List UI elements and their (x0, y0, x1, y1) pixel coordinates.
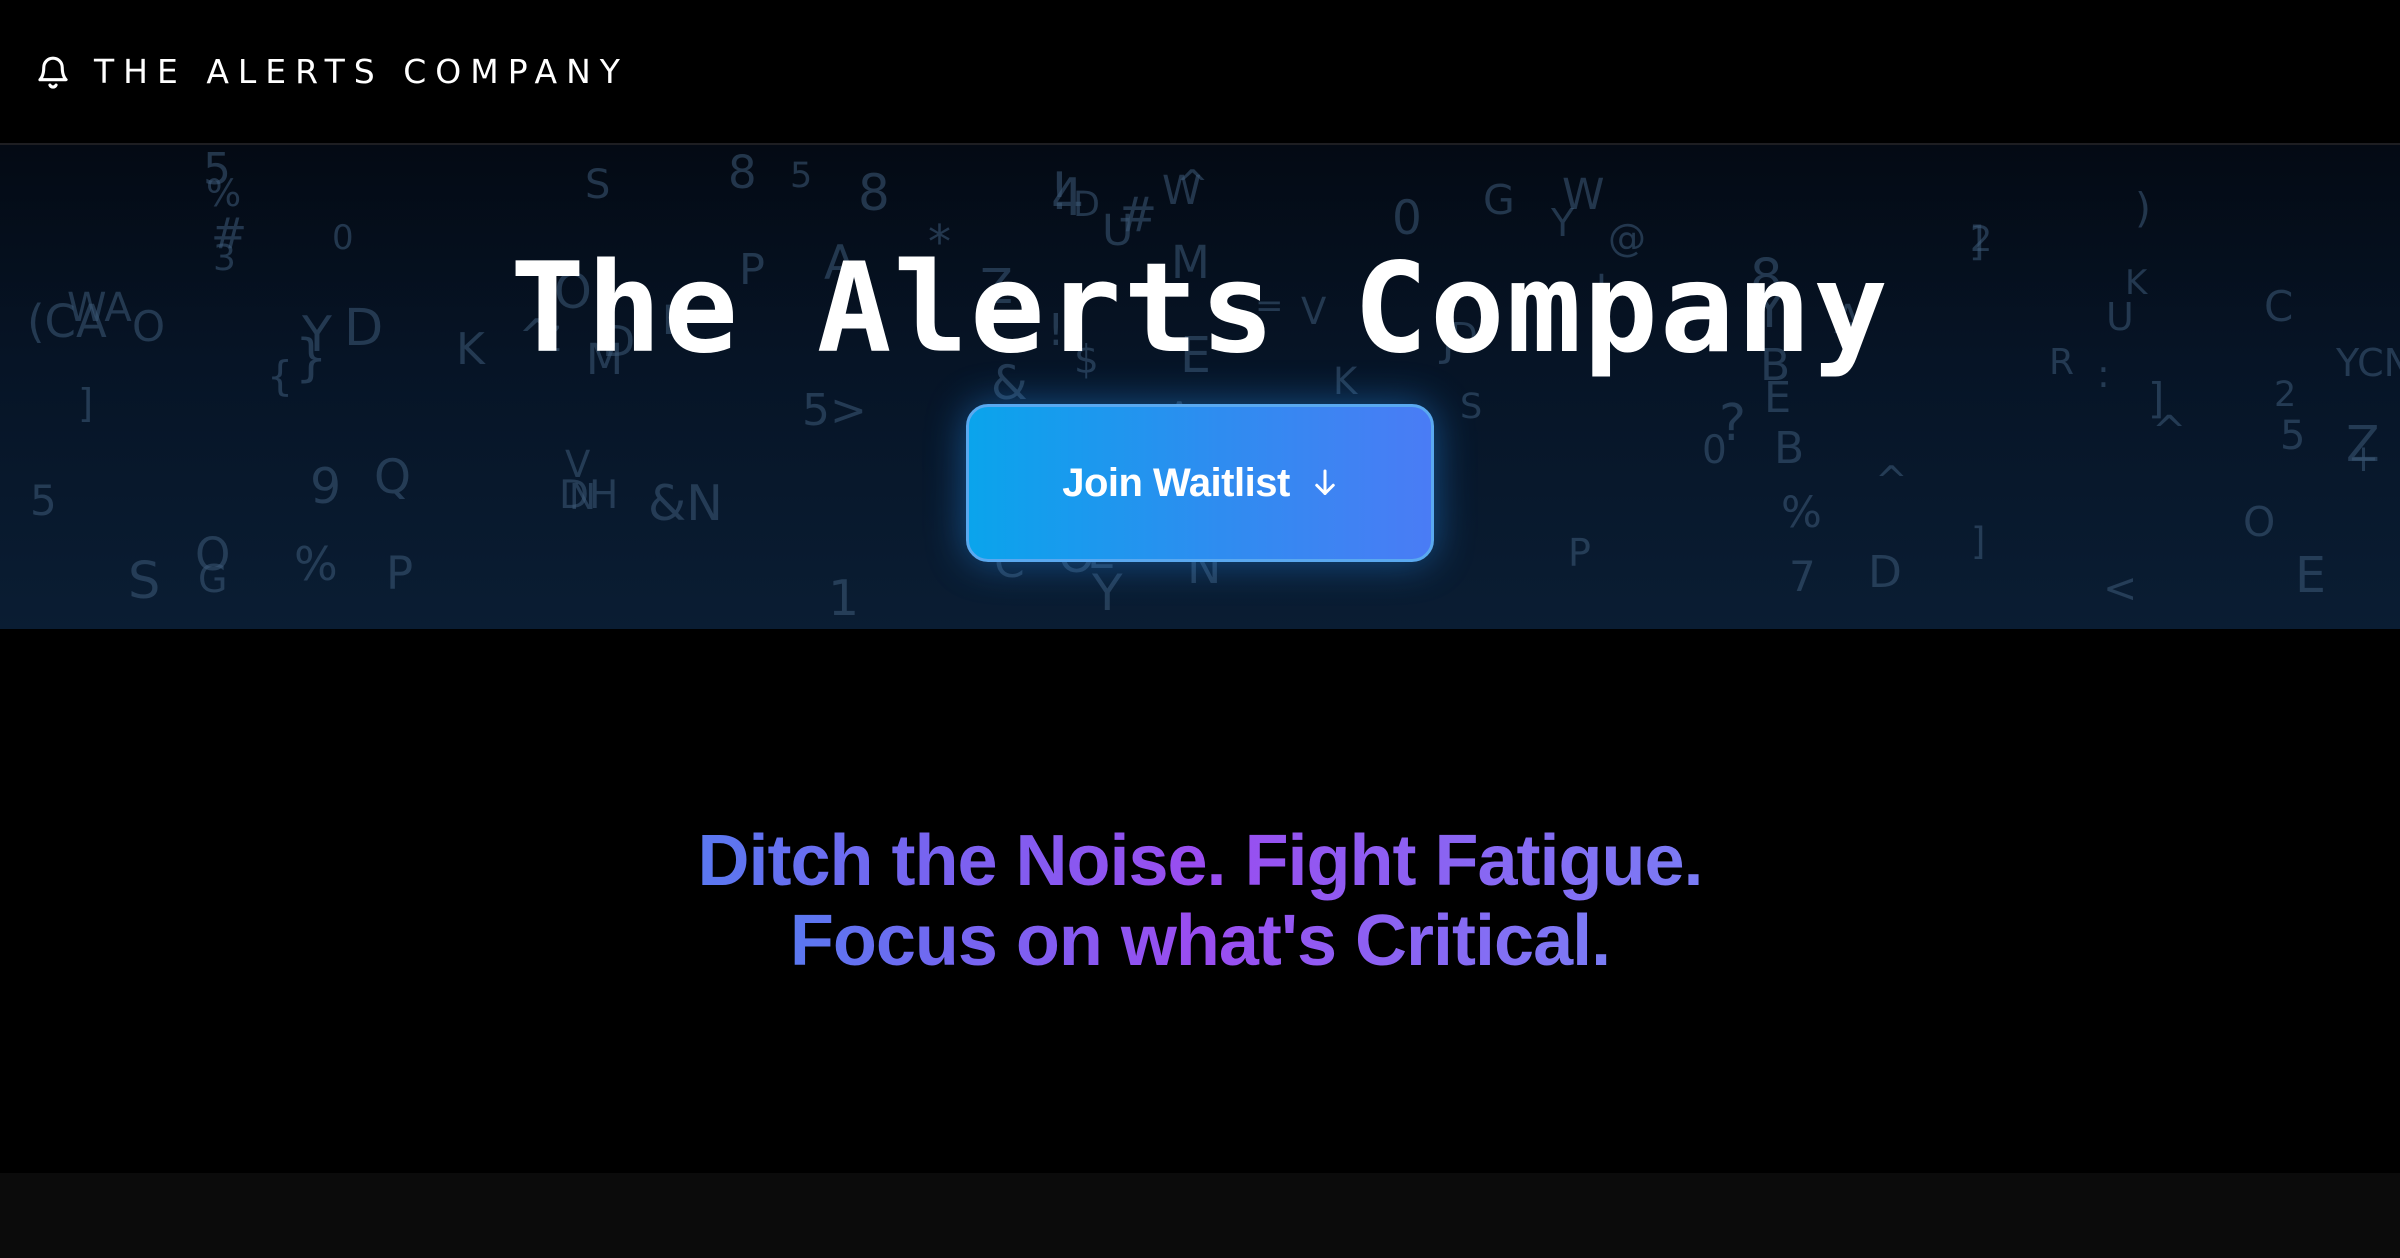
background-glyph: G (198, 557, 227, 601)
brand-link[interactable]: THE ALERTS COMPANY (34, 52, 629, 92)
background-glyph: % (1781, 488, 1822, 538)
background-glyph: Q (374, 450, 411, 505)
bell-icon (38, 56, 68, 89)
background-glyph: ^ (1875, 459, 1908, 504)
background-glyph: S (1460, 387, 1482, 427)
background-glyph: O (2243, 498, 2275, 546)
background-glyph: 5> (802, 385, 867, 436)
background-glyph: G (1483, 176, 1515, 224)
background-glyph: Y (1091, 564, 1123, 622)
tagline-section: Ditch the Noise. Fight Fatigue. Focus on… (0, 629, 2400, 1173)
background-glyph: % (294, 537, 338, 591)
background-glyph: 1 (828, 570, 859, 627)
background-glyph: 5 (30, 476, 57, 525)
tagline-line-2: Focus on what's Critical. (789, 901, 1611, 981)
hero-section: AMOZWVKS}KJYCNVAG:}YDOCE$N&NEBWA^8(CA4E#… (0, 145, 2400, 629)
background-glyph: E (2295, 547, 2326, 604)
background-glyph: 9 (310, 458, 341, 515)
background-glyph: ? (1719, 394, 1746, 453)
background-glyph: W (1162, 168, 1202, 214)
background-glyph: D (1868, 547, 1902, 598)
brand-name: THE ALERTS COMPANY (94, 52, 629, 91)
hero-title: The Alerts Company (510, 237, 1890, 381)
background-glyph: ^ (2152, 407, 2186, 455)
background-glyph: < (2103, 564, 2137, 612)
tagline: Ditch the Noise. Fight Fatigue. Focus on… (0, 821, 2400, 981)
background-glyph: ] (78, 382, 93, 427)
background-glyph: &N (648, 475, 723, 532)
join-waitlist-label: Join Waitlist (1062, 460, 1290, 505)
tagline-line-1: Ditch the Noise. Fight Fatigue. (697, 821, 1703, 901)
background-glyph: P (386, 547, 413, 600)
background-glyph: P (1568, 531, 1591, 575)
background-glyph: + (2348, 437, 2379, 480)
landing-page: THE ALERTS COMPANY AMOZWVKS}KJYCNVAG:}YD… (0, 0, 2400, 1258)
background-glyph: S (128, 552, 160, 611)
background-glyph: 8 (858, 164, 890, 222)
background-glyph: ) (2135, 184, 2151, 232)
background-glyph: S (585, 162, 610, 208)
background-glyph: 5 (790, 156, 812, 196)
footer-strip (0, 1173, 2400, 1258)
background-glyph: 8 (728, 146, 757, 199)
join-waitlist-button[interactable]: Join Waitlist (966, 404, 1434, 562)
background-glyph: ! (1049, 162, 1070, 222)
background-glyph: 7 (1789, 552, 1816, 601)
background-glyph: DH (559, 473, 618, 518)
background-glyph: 5 (2280, 413, 2305, 459)
background-glyph: 2 (2274, 375, 2296, 415)
background-glyph: B (1774, 423, 1804, 474)
site-header: THE ALERTS COMPANY (0, 0, 2400, 145)
background-glyph: ] (1971, 520, 1985, 563)
arrow-down-icon (1315, 469, 1335, 495)
